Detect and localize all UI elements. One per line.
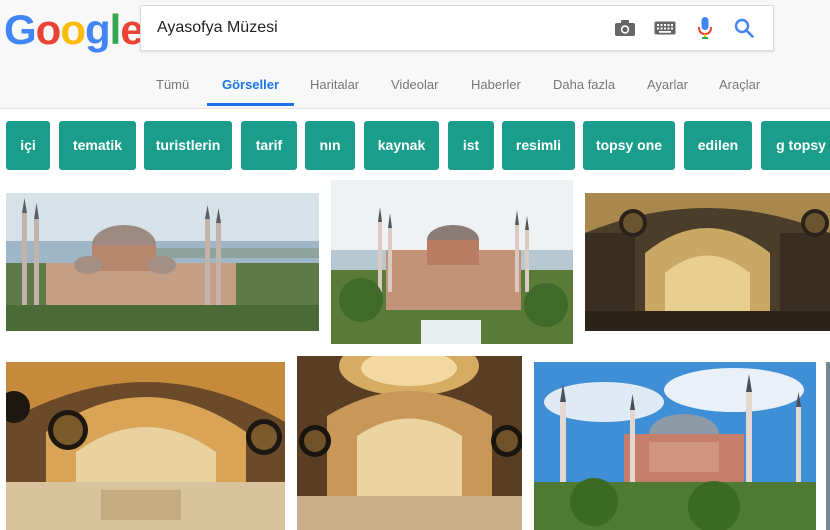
- logo-letter: g: [84, 6, 111, 53]
- search-icon[interactable]: [730, 14, 758, 42]
- tab-all[interactable]: Tümü: [156, 68, 189, 106]
- tab-videos[interactable]: Videolar: [391, 68, 438, 106]
- result-image-exterior-sky[interactable]: [534, 362, 816, 530]
- result-image-exterior-aerial[interactable]: [331, 180, 573, 344]
- chip-ici[interactable]: içi: [6, 121, 50, 170]
- result-image-interior-dome[interactable]: [297, 356, 522, 530]
- header-bar: Google Ayasofya Müzesi Tümü Görseller Ha…: [0, 0, 830, 109]
- tab-settings[interactable]: Ayarlar: [647, 68, 688, 106]
- result-image-partial[interactable]: [826, 362, 830, 530]
- search-box[interactable]: Ayasofya Müzesi: [140, 5, 774, 51]
- chip-ist[interactable]: ist: [448, 121, 494, 170]
- logo-letter: o: [35, 6, 62, 53]
- tab-images[interactable]: Görseller: [207, 68, 294, 106]
- tab-news[interactable]: Haberler: [471, 68, 521, 106]
- logo-letter: l: [109, 6, 122, 53]
- logo-letter: o: [60, 6, 86, 53]
- chip-turistlerin[interactable]: turistlerin: [144, 121, 232, 170]
- chip-edilen[interactable]: edilen: [684, 121, 752, 170]
- result-image-interior-arches[interactable]: [585, 193, 830, 331]
- tab-tools[interactable]: Araçlar: [719, 68, 760, 106]
- google-logo[interactable]: Google: [4, 6, 144, 54]
- camera-icon[interactable]: [611, 14, 639, 42]
- chip-tarif[interactable]: tarif: [241, 121, 297, 170]
- search-input[interactable]: Ayasofya Müzesi: [157, 6, 278, 50]
- microphone-icon[interactable]: [691, 14, 719, 42]
- chip-g-topsy[interactable]: g topsy: [761, 121, 830, 170]
- tab-maps[interactable]: Haritalar: [310, 68, 359, 106]
- related-searches-chips: içi tematik turistlerin tarif nın kaynak…: [6, 121, 830, 171]
- keyboard-icon[interactable]: [651, 14, 679, 42]
- tab-more[interactable]: Daha fazla: [553, 68, 615, 106]
- result-image-exterior-bosphorus[interactable]: [6, 193, 319, 331]
- chip-tematik[interactable]: tematik: [59, 121, 136, 170]
- chip-nin[interactable]: nın: [305, 121, 355, 170]
- chip-kaynak[interactable]: kaynak: [364, 121, 439, 170]
- chip-topsy-one[interactable]: topsy one: [583, 121, 675, 170]
- nav-tabs: Tümü Görseller Haritalar Videolar Haberl…: [0, 68, 830, 108]
- chip-resimli[interactable]: resimli: [502, 121, 575, 170]
- result-image-interior-wide[interactable]: [6, 362, 285, 530]
- logo-letter: G: [4, 6, 37, 53]
